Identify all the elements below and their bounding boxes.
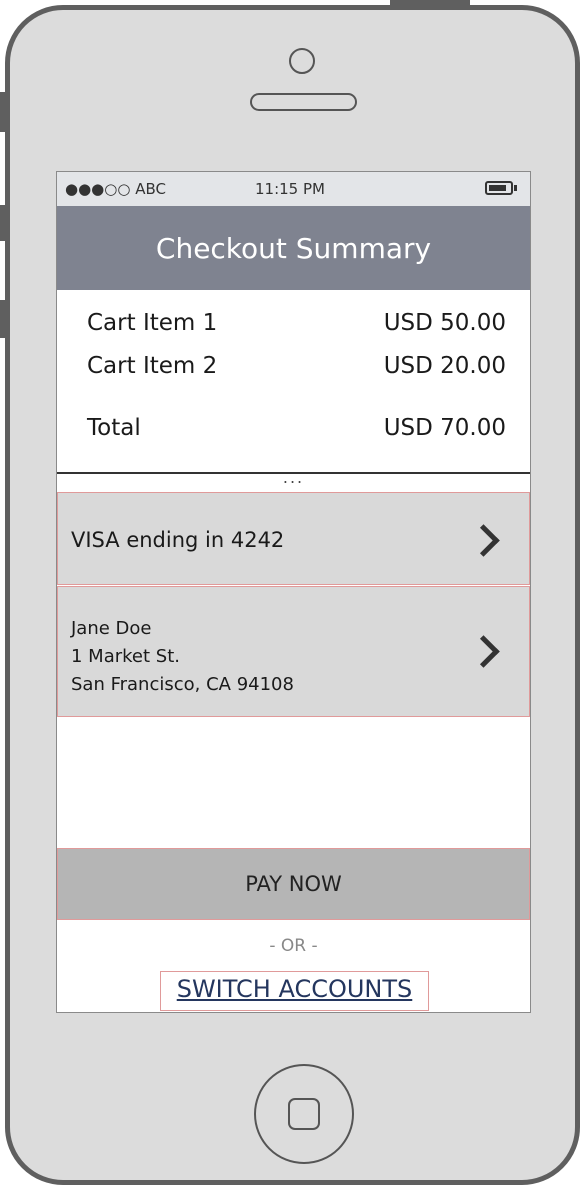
chevron-right-icon — [467, 524, 500, 557]
switch-accounts-link[interactable]: SWITCH ACCOUNTS — [160, 971, 429, 1011]
power-button — [390, 0, 470, 7]
page-title: Checkout Summary — [155, 232, 432, 265]
status-bar: ●●●○○ ABC 11:15 PM — [57, 172, 530, 206]
pay-now-button[interactable]: PAY NOW — [57, 848, 530, 920]
or-separator: - OR - — [269, 936, 318, 956]
carrier-signal: ●●●○○ ABC — [65, 180, 166, 198]
cart-item-label: Cart Item 2 — [87, 353, 218, 379]
address-city: San Francisco, CA 94108 — [71, 674, 294, 695]
address-street: 1 Market St. — [71, 646, 180, 667]
total-label: Total — [87, 415, 141, 441]
payment-method-row[interactable]: VISA ending in 4242 — [57, 492, 530, 585]
mute-switch — [0, 92, 7, 132]
cart-item-label: Cart Item 1 — [87, 310, 218, 336]
cart-item-row: Cart Item 2 USD 20.00 — [87, 353, 506, 383]
header-bar: Checkout Summary — [57, 206, 530, 290]
screen: ●●●○○ ABC 11:15 PM Checkout Summary Cart… — [56, 171, 531, 1013]
address-name: Jane Doe — [71, 618, 152, 639]
volume-up-button — [0, 205, 7, 241]
total-price: USD 70.00 — [383, 415, 506, 441]
home-square-icon — [288, 1098, 320, 1130]
chevron-right-icon — [467, 635, 500, 668]
speaker-icon — [250, 93, 357, 111]
camera-icon — [289, 48, 315, 74]
total-row: Total USD 70.00 — [87, 415, 506, 445]
payment-method-label: VISA ending in 4242 — [71, 528, 285, 552]
shipping-address: Jane Doe 1 Market St. San Francisco, CA … — [71, 615, 294, 699]
cart-item-price: USD 50.00 — [383, 310, 506, 336]
home-button[interactable] — [254, 1064, 354, 1164]
more-indicator: ... — [282, 468, 305, 487]
cart-item-price: USD 20.00 — [383, 353, 506, 379]
cart-item-row: Cart Item 1 USD 50.00 — [87, 310, 506, 340]
shipping-address-row[interactable]: Jane Doe 1 Market St. San Francisco, CA … — [57, 586, 530, 717]
status-time: 11:15 PM — [255, 180, 325, 198]
battery-tip — [514, 185, 517, 191]
battery-icon — [485, 181, 513, 195]
volume-down-button — [0, 300, 7, 338]
